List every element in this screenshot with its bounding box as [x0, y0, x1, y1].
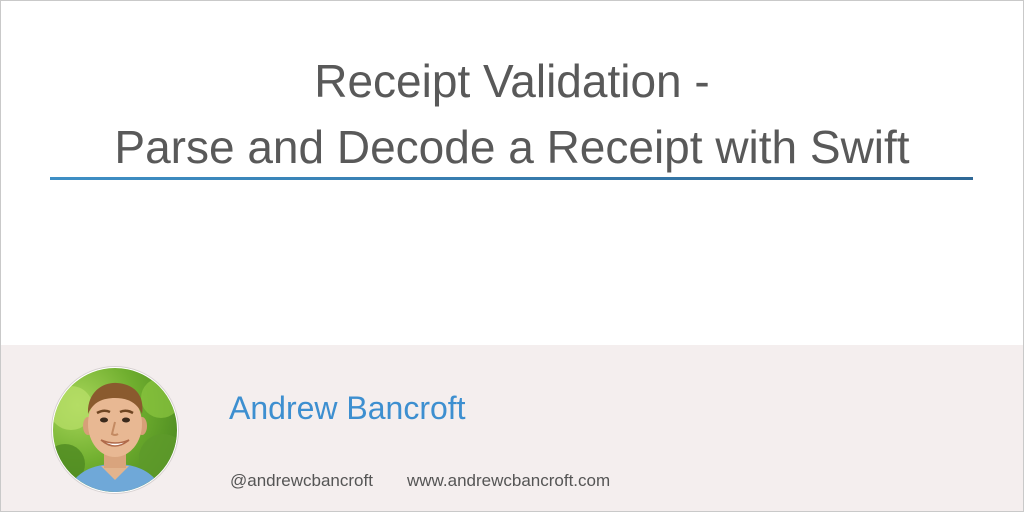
title-underline [50, 177, 973, 180]
title-area: Receipt Validation - Parse and Decode a … [1, 1, 1023, 345]
title-line-1: Receipt Validation - [314, 55, 710, 107]
avatar-portrait-icon [53, 378, 177, 492]
author-avatar [52, 367, 178, 493]
title-line-2: Parse and Decode a Receipt with Swift [114, 121, 910, 173]
title-card: Receipt Validation - Parse and Decode a … [0, 0, 1024, 512]
author-footer: Andrew Bancroft @andrewcbancroft www.and… [1, 345, 1023, 511]
author-name: Andrew Bancroft [229, 390, 466, 426]
author-handle: @andrewcbancroft [230, 471, 373, 490]
author-website: www.andrewcbancroft.com [407, 471, 611, 490]
